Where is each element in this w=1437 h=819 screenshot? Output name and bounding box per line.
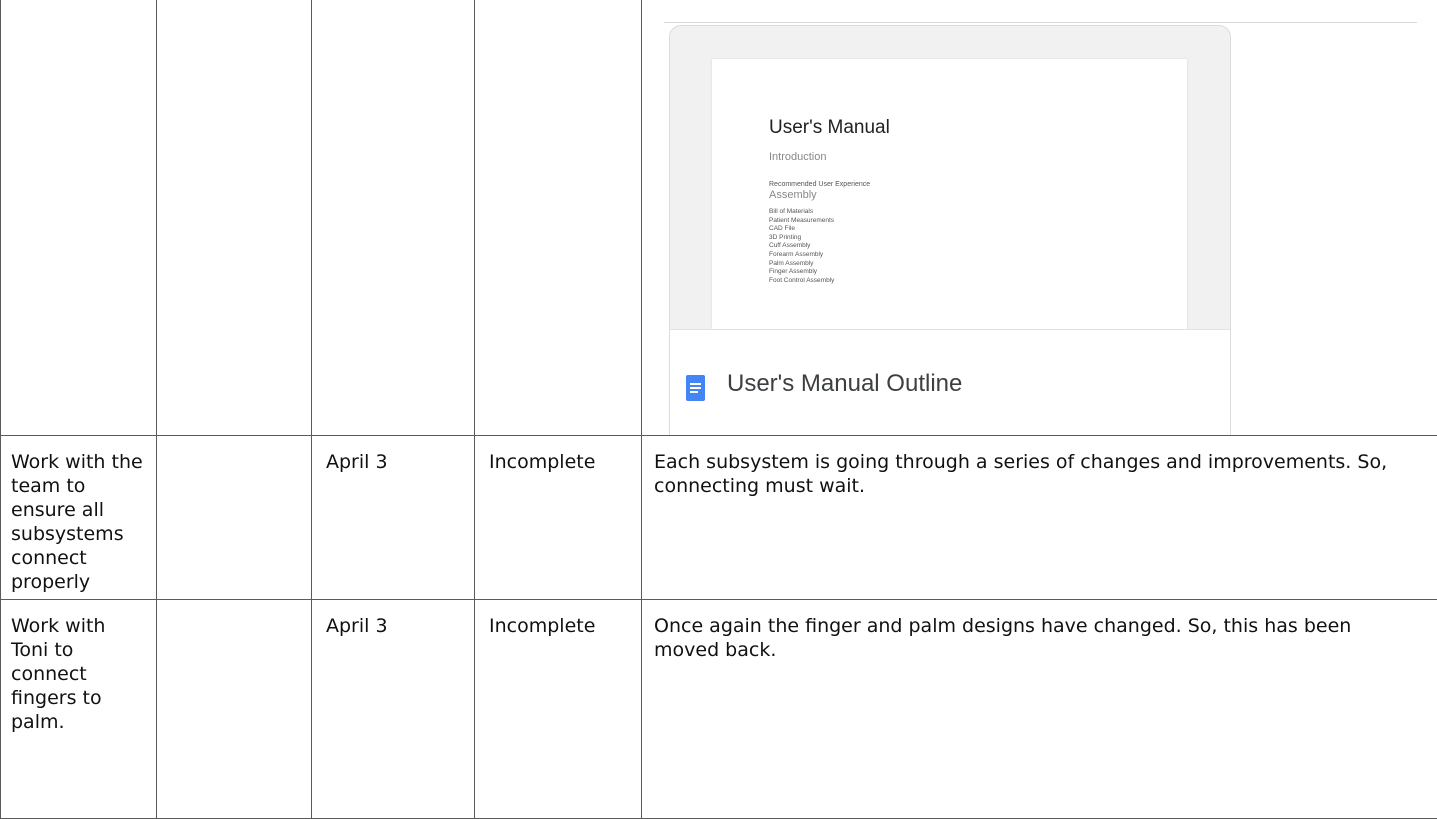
google-docs-icon (686, 375, 705, 401)
list-item: Cuff Assembly (769, 242, 834, 251)
doc-thumbnail: User's Manual Introduction Recommended U… (712, 59, 1187, 329)
table-cell-empty (475, 0, 642, 436)
doc-thumbnail-title: User's Manual (769, 116, 890, 140)
notes-cell: Once again the finger and palm designs h… (642, 600, 1437, 819)
list-item: Foot Control Assembly (769, 277, 834, 286)
date-cell: April 3 (312, 436, 475, 600)
table-row: Work with Toni to connect fingers to pal… (1, 600, 1437, 819)
list-item: 3D Printing (769, 234, 834, 243)
table-cell-empty (312, 0, 475, 436)
table-row-preview: User's Manual Introduction Recommended U… (1, 0, 1437, 436)
table-cell-empty (157, 0, 312, 436)
notes-cell: Each subsystem is going through a series… (642, 436, 1437, 600)
status-cell: Incomplete (475, 436, 642, 600)
assigned-cell (157, 436, 312, 600)
date-cell: April 3 (312, 600, 475, 819)
assigned-cell (157, 600, 312, 819)
list-item: Palm Assembly (769, 260, 834, 269)
doc-file-title[interactable]: User's Manual Outline (727, 372, 962, 396)
list-item: Forearm Assembly (769, 251, 834, 260)
doc-thumbnail-heading: Introduction (769, 145, 826, 169)
list-item: CAD File (769, 225, 834, 234)
table-cell-empty (1, 0, 157, 436)
task-cell: Work with the team to ensure all subsyst… (1, 436, 157, 600)
divider (664, 22, 1417, 23)
list-item: Bill of Materials (769, 208, 834, 217)
task-cell: Work with Toni to connect fingers to pal… (1, 600, 157, 819)
doc-thumbnail-heading: Assembly (769, 183, 817, 207)
doc-preview-footer: User's Manual Outline (670, 329, 1230, 436)
doc-preview-card[interactable]: User's Manual Introduction Recommended U… (669, 25, 1231, 436)
doc-thumbnail-list: Bill of Materials Patient Measurements C… (769, 208, 834, 285)
list-item: Finger Assembly (769, 268, 834, 277)
task-table: User's Manual Introduction Recommended U… (0, 0, 1437, 819)
status-cell: Incomplete (475, 600, 642, 819)
table-row: Work with the team to ensure all subsyst… (1, 436, 1437, 600)
list-item: Patient Measurements (769, 217, 834, 226)
table-cell-preview: User's Manual Introduction Recommended U… (642, 0, 1437, 436)
doc-preview-wrap: User's Manual Introduction Recommended U… (642, 0, 1437, 435)
